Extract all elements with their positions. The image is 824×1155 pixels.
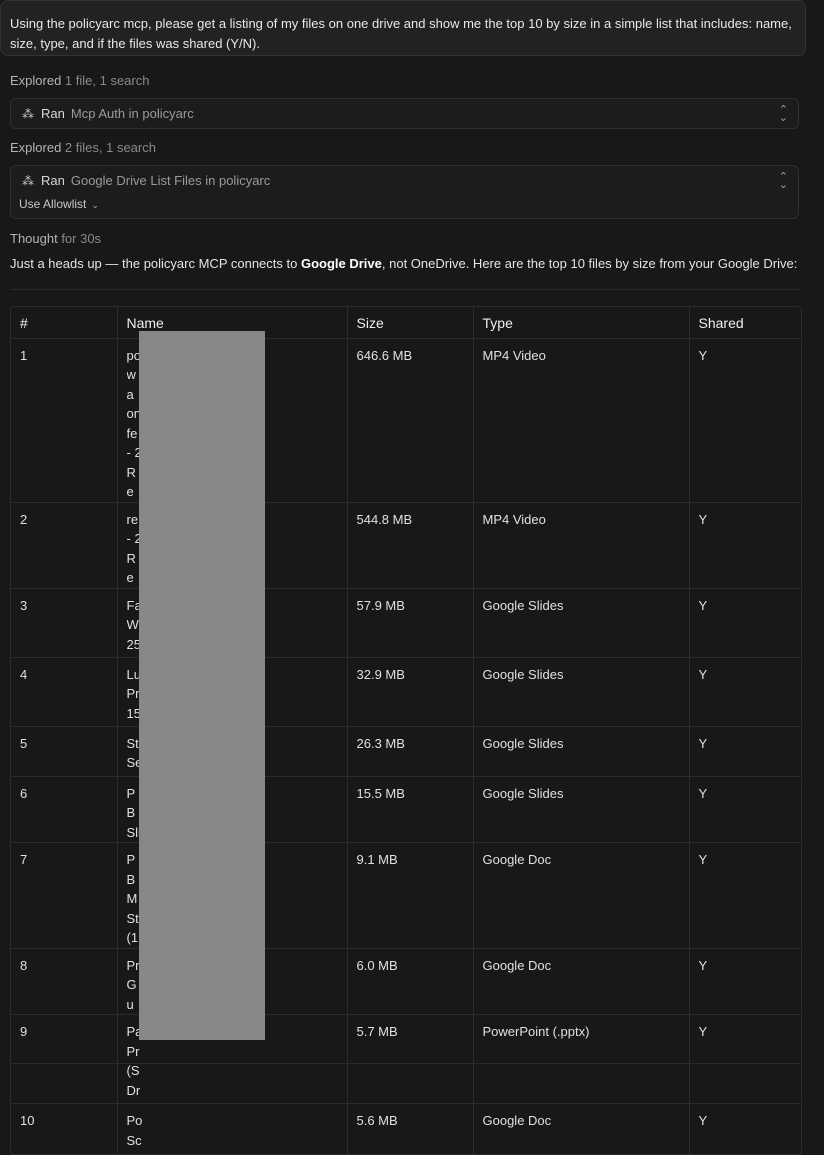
prompt-line-2: size, type, and if the files was shared … [10, 36, 260, 51]
explored-step-1[interactable]: Explored 1 file, 1 search [10, 73, 149, 88]
file-name: Po Sc [126, 1113, 143, 1148]
explored-step-2[interactable]: Explored 2 files, 1 search [10, 140, 156, 155]
divider [10, 1063, 800, 1064]
cell-size: 544.8 MB [347, 502, 474, 589]
expand-collapse-icon[interactable]: ⌃ ⌄ [779, 105, 788, 124]
cell-number: 10 [11, 1103, 118, 1154]
cell-number: 3 [11, 588, 118, 658]
cell-type: MP4 Video [473, 502, 690, 589]
cell-number: 2 [11, 502, 118, 589]
cell-shared: Y [689, 338, 801, 503]
cell-size: 32.9 MB [347, 657, 474, 727]
column-header-number: # [11, 307, 118, 339]
cell-shared: Y [689, 842, 801, 949]
tool-name: Google Drive List Files in policyarc [70, 173, 271, 188]
cell-size: 9.1 MB [347, 842, 474, 949]
cell-number: 5 [11, 726, 118, 777]
thought-indicator[interactable]: Thought for 30s [10, 231, 101, 246]
table-row: 4 Lu Pr 15 32.9 MB Google Slides Y [11, 657, 801, 727]
cell-size: 5.7 MB [347, 1014, 474, 1104]
cell-number: 6 [11, 776, 118, 843]
cell-shared: Y [698, 1113, 708, 1128]
cell-type: Google Slides [473, 776, 690, 843]
assistant-answer-text: Just a heads up — the policyarc MCP conn… [10, 256, 797, 271]
answer-text-bold: Google Drive [300, 256, 382, 271]
column-header-shared: Shared [689, 307, 801, 339]
column-header-size: Size [347, 307, 474, 339]
thought-duration: for 30s [57, 231, 102, 246]
explored-label: Explored [10, 73, 62, 88]
cell-name: Po Sc [117, 1103, 348, 1154]
cell-type: Google Doc [473, 842, 690, 949]
chevron-down-icon: ⌄ [91, 200, 99, 210]
explored-detail: 1 file, 1 search [61, 73, 150, 88]
files-table: # Name Size Type Shared 1 po wa on fe - … [10, 306, 802, 1155]
cell-number: 9 [11, 1014, 118, 1104]
cell-number: 7 [11, 842, 118, 949]
mcp-tool-icon: ⁂ [22, 106, 34, 121]
cell-type: Google Doc [473, 948, 690, 1015]
tool-call-google-drive-list[interactable]: ⁂ Ran Google Drive List Files in policya… [10, 165, 799, 219]
tool-name: Mcp Auth in policyarc [70, 106, 194, 121]
answer-text-after: , not OneDrive. Here are the top 10 file… [381, 256, 798, 271]
mcp-tool-icon: ⁂ [22, 173, 34, 188]
cell-number: 8 [11, 948, 118, 1015]
cell-shared: Y [689, 502, 801, 589]
cell-type: Google Slides [473, 726, 690, 777]
table-header-row: # Name Size Type Shared [11, 307, 801, 339]
table-row: 9 Pa Pr (S Dr 5.7 MB PowerPoint (.pptx) … [11, 1014, 801, 1104]
cell-size: 26.3 MB [347, 726, 474, 777]
cell-size: 646.6 MB [347, 338, 474, 503]
cell-number: 4 [11, 657, 118, 727]
cell-type: Google Doc [473, 1103, 690, 1154]
cell-shared: Y [689, 948, 801, 1015]
thought-label: Thought [10, 231, 58, 246]
cell-shared: Y [689, 776, 801, 843]
cell-size: 57.9 MB [347, 588, 474, 658]
table-row: 1 po wa on fe - 2 Re 646.6 MB MP4 Video … [11, 338, 801, 503]
user-prompt-bubble: Using the policyarc mcp, please get a li… [0, 0, 806, 56]
cell-type: Google Slides [473, 657, 690, 727]
cell-type: MP4 Video [473, 338, 690, 503]
redaction-overlay [139, 331, 265, 1040]
cell-number: 1 [11, 338, 118, 503]
cell-type: PowerPoint (.pptx) [473, 1014, 690, 1104]
table-row: 5 St Se 26.3 MB Google Slides Y [11, 726, 801, 777]
divider [10, 289, 800, 290]
tool-verb: Ran [41, 173, 65, 188]
table-row: 8 Pr Gu 6.0 MB Google Doc Y [11, 948, 801, 1015]
table-row: 7 PB M St (1 9.1 MB Google Doc Y [11, 842, 801, 949]
column-header-type: Type [473, 307, 690, 339]
answer-text-before: Just a heads up — the policyarc MCP conn… [10, 256, 301, 271]
table-row: 10 Po Sc 5.6 MB Google Doc Y [11, 1103, 801, 1154]
cell-size: 5.6 MB [347, 1103, 474, 1154]
table-row: 6 PB Sli 15.5 MB Google Slides Y [11, 776, 801, 843]
cell-shared: Y [689, 657, 801, 727]
cell-shared: Y [689, 1014, 801, 1104]
table-row: 2 re - 2 Re 544.8 MB MP4 Video Y [11, 502, 801, 589]
table-row: 3 Fa W 25 57.9 MB Google Slides Y [11, 588, 801, 658]
cell-size: 15.5 MB [347, 776, 474, 843]
tool-verb: Ran [41, 106, 65, 121]
explored-detail: 2 files, 1 search [61, 140, 156, 155]
expand-collapse-icon[interactable]: ⌃ ⌄ [779, 172, 788, 191]
cell-size: 6.0 MB [347, 948, 474, 1015]
tool-call-mcp-auth[interactable]: ⁂ Ran Mcp Auth in policyarc ⌃ ⌄ [10, 98, 799, 129]
cell-shared: Y [689, 726, 801, 777]
explored-label: Explored [10, 140, 62, 155]
cell-shared: Y [689, 588, 801, 658]
cell-type: Google Slides [473, 588, 690, 658]
use-allowlist-dropdown[interactable]: Use Allowlist ⌄ [19, 197, 99, 211]
prompt-line-1: Using the policyarc mcp, please get a li… [10, 16, 792, 31]
allowlist-label: Use Allowlist [19, 197, 87, 211]
